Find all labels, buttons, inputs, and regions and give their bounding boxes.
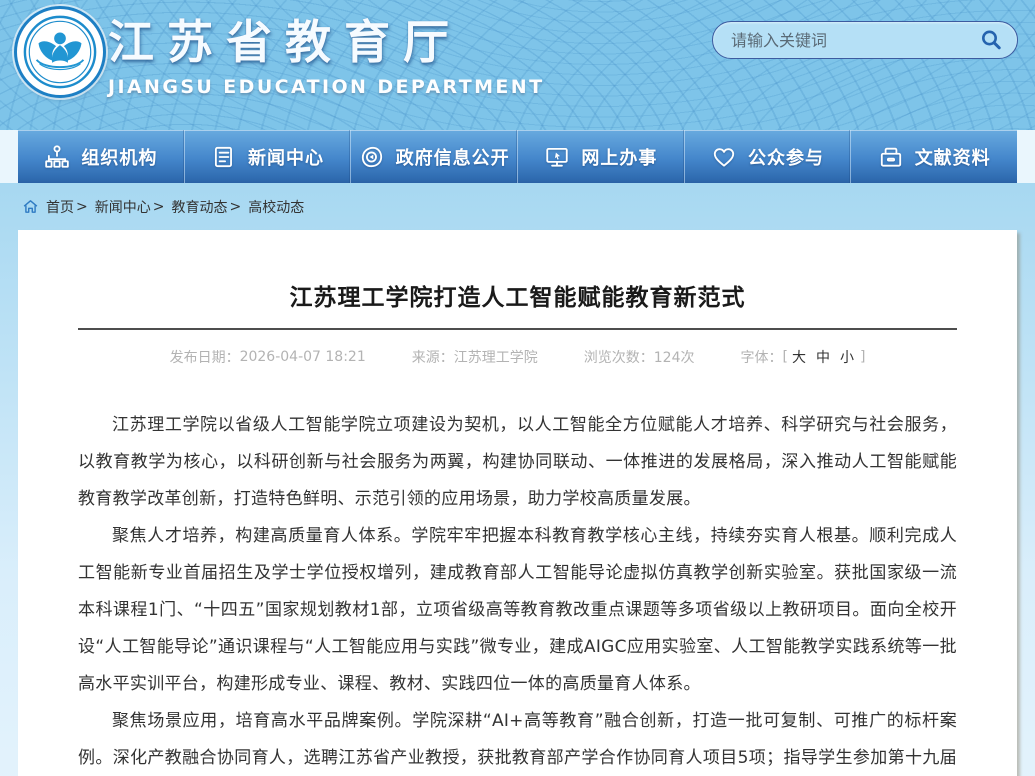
publish-date-label: 发布日期：: [170, 347, 240, 367]
breadcrumb-news-center[interactable]: 新闻中心: [95, 197, 151, 217]
article-title: 江苏理工学院打造人工智能赋能教育新范式: [78, 278, 957, 312]
font-size-small-button[interactable]: 小: [840, 347, 856, 367]
monitor-icon: [544, 144, 570, 170]
nav-label: 组织机构: [81, 144, 157, 170]
home-icon: [22, 198, 39, 215]
font-size-large-button[interactable]: 大: [792, 347, 808, 367]
site-title: 江苏省教育厅: [108, 6, 544, 72]
breadcrumb-education-news[interactable]: 教育动态: [171, 197, 227, 217]
bracket-close: ]: [860, 349, 865, 365]
source-label: 来源：: [412, 347, 454, 367]
search-box: [712, 21, 1018, 59]
view-count: 浏览次数： 124次: [584, 347, 695, 367]
site-subtitle: JIANGSU EDUCATION DEPARTMENT: [108, 76, 544, 98]
nav-item-news-center[interactable]: 新闻中心: [184, 130, 351, 183]
page-lower: 首页 > 新闻中心 > 教育动态 > 高校动态 江苏理工学院打造人工智能赋能教育…: [0, 183, 1035, 776]
org-chart-icon: [44, 144, 70, 170]
nav-label: 政府信息公开: [396, 144, 510, 170]
search-icon: [979, 28, 1003, 52]
news-doc-icon: [211, 144, 237, 170]
article-card: 江苏理工学院打造人工智能赋能教育新范式 发布日期： 2026-04-07 18:…: [18, 230, 1017, 776]
title-divider: [78, 328, 957, 330]
jiangsu-education-logo[interactable]: [14, 6, 106, 98]
article-paragraph: 江苏理工学院以省级人工智能学院立项建设为契机，以人工智能全方位赋能人才培养、科学…: [78, 407, 957, 518]
breadcrumb-separator: >: [76, 199, 88, 215]
breadcrumb: 首页 > 新闻中心 > 教育动态 > 高校动态: [0, 183, 1035, 230]
article-source: 来源： 江苏理工学院: [412, 347, 538, 367]
breadcrumb-university-news[interactable]: 高校动态: [248, 197, 304, 217]
nav-label: 公众参与: [748, 144, 824, 170]
nav-item-gov-info-disclosure[interactable]: 政府信息公开: [350, 130, 517, 183]
font-size-control: 字体： [ 大 中 小 ]: [740, 347, 865, 367]
breadcrumb-separator: >: [153, 199, 165, 215]
education-emblem-icon: [21, 13, 99, 91]
heart-icon: [711, 144, 737, 170]
nav-item-online-services[interactable]: 网上办事: [517, 130, 684, 183]
nav-label: 网上办事: [581, 144, 657, 170]
article-paragraph: 聚焦人才培养，构建高质量育人体系。学院牢牢把握本科教育教学核心主线，持续夯实育人…: [78, 518, 957, 703]
nav-item-public-participation[interactable]: 公众参与: [684, 130, 851, 183]
publish-date-value: 2026-04-07 18:21: [240, 349, 366, 365]
nav-item-organization[interactable]: 组织机构: [18, 130, 184, 183]
views-label: 浏览次数：: [584, 347, 654, 367]
nav-label: 文献资料: [915, 144, 991, 170]
bracket-open: [: [782, 349, 787, 365]
search-button[interactable]: [977, 26, 1005, 54]
site-title-block: 江苏省教育厅 JIANGSU EDUCATION DEPARTMENT: [108, 6, 544, 98]
publish-date: 发布日期： 2026-04-07 18:21: [170, 347, 366, 367]
views-value: 124次: [654, 347, 695, 367]
article-paragraph: 聚焦场景应用，培育高水平品牌案例。学院深耕“AI+高等教育”融合创新，打造一批可…: [78, 703, 957, 776]
site-header: 江苏省教育厅 JIANGSU EDUCATION DEPARTMENT: [0, 0, 1035, 130]
nav-item-documents[interactable]: 文献资料: [850, 130, 1017, 183]
font-size-label: 字体：: [740, 347, 782, 367]
article-meta: 发布日期： 2026-04-07 18:21 来源： 江苏理工学院 浏览次数： …: [78, 347, 957, 367]
article-body: 江苏理工学院以省级人工智能学院立项建设为契机，以人工智能全方位赋能人才培养、科学…: [78, 407, 957, 776]
info-disclosure-icon: [359, 144, 385, 170]
nav-label: 新闻中心: [248, 144, 324, 170]
search-input[interactable]: [731, 31, 977, 50]
archive-icon: [878, 144, 904, 170]
page: 江苏省教育厅 JIANGSU EDUCATION DEPARTMENT: [0, 0, 1035, 776]
main-nav: 组织机构 新闻中心 政府信息公开: [18, 130, 1017, 183]
source-value: 江苏理工学院: [454, 347, 538, 367]
breadcrumb-separator: >: [229, 199, 241, 215]
breadcrumb-home[interactable]: 首页: [46, 197, 74, 217]
font-size-medium-button[interactable]: 中: [816, 347, 832, 367]
